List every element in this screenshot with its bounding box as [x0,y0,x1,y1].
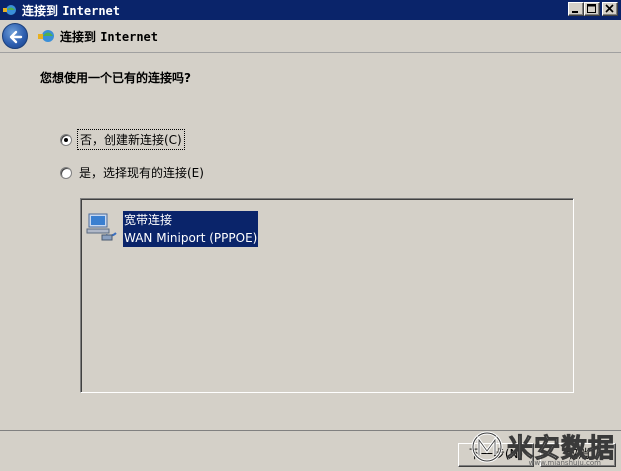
window-title: 连接到 Internet [22,2,120,19]
window-controls [568,2,618,16]
back-button[interactable] [2,23,28,49]
maximize-icon [587,4,596,13]
connection-wizard-icon [38,30,54,42]
radio-create-new[interactable] [60,133,72,146]
radio-use-existing[interactable] [60,166,72,179]
close-button[interactable] [602,2,618,16]
list-item[interactable]: 宽带连接 WAN Miniport (PPPOE) [86,211,259,247]
wizard-content: 您想使用一个已有的连接吗? 否，创建新连接(C) 是，选择现有的连接(E) 宽带… [0,52,621,430]
connection-name: 宽带连接 [124,213,173,227]
option-use-existing[interactable]: 是，选择现有的连接(E) [60,163,206,182]
page-title: 连接到 Internet [60,28,158,45]
network-computer-icon [86,213,117,241]
page-title-en: Internet [100,30,158,44]
page-title-cn: 连接到 [60,30,97,44]
connection-device: WAN Miniport (PPPOE) [124,231,258,245]
option-create-new[interactable]: 否，创建新连接(C) [60,129,185,150]
cancel-button[interactable]: 取消 [540,443,616,467]
wizard-footer: 下一步(N) 取消 [0,430,621,471]
window-title-cn: 连接到 [22,3,59,18]
wizard-header: 连接到 Internet [0,20,621,52]
next-button[interactable]: 下一步(N) [458,443,534,467]
minimize-icon [572,11,578,13]
title-bar[interactable]: 连接到 Internet [0,0,621,20]
arrow-left-icon [9,30,23,44]
close-icon [605,4,614,13]
option-use-existing-label[interactable]: 是，选择现有的连接(E) [77,163,206,182]
minimize-button[interactable] [568,2,584,16]
window-title-en: Internet [62,3,120,18]
connection-list[interactable]: 宽带连接 WAN Miniport (PPPOE) [80,198,574,393]
maximize-button[interactable] [584,2,600,16]
connection-wizard-icon [3,5,16,15]
connection-item-text: 宽带连接 WAN Miniport (PPPOE) [123,211,259,247]
question-heading: 您想使用一个已有的连接吗? [40,71,191,85]
option-create-new-label[interactable]: 否，创建新连接(C) [77,129,185,150]
